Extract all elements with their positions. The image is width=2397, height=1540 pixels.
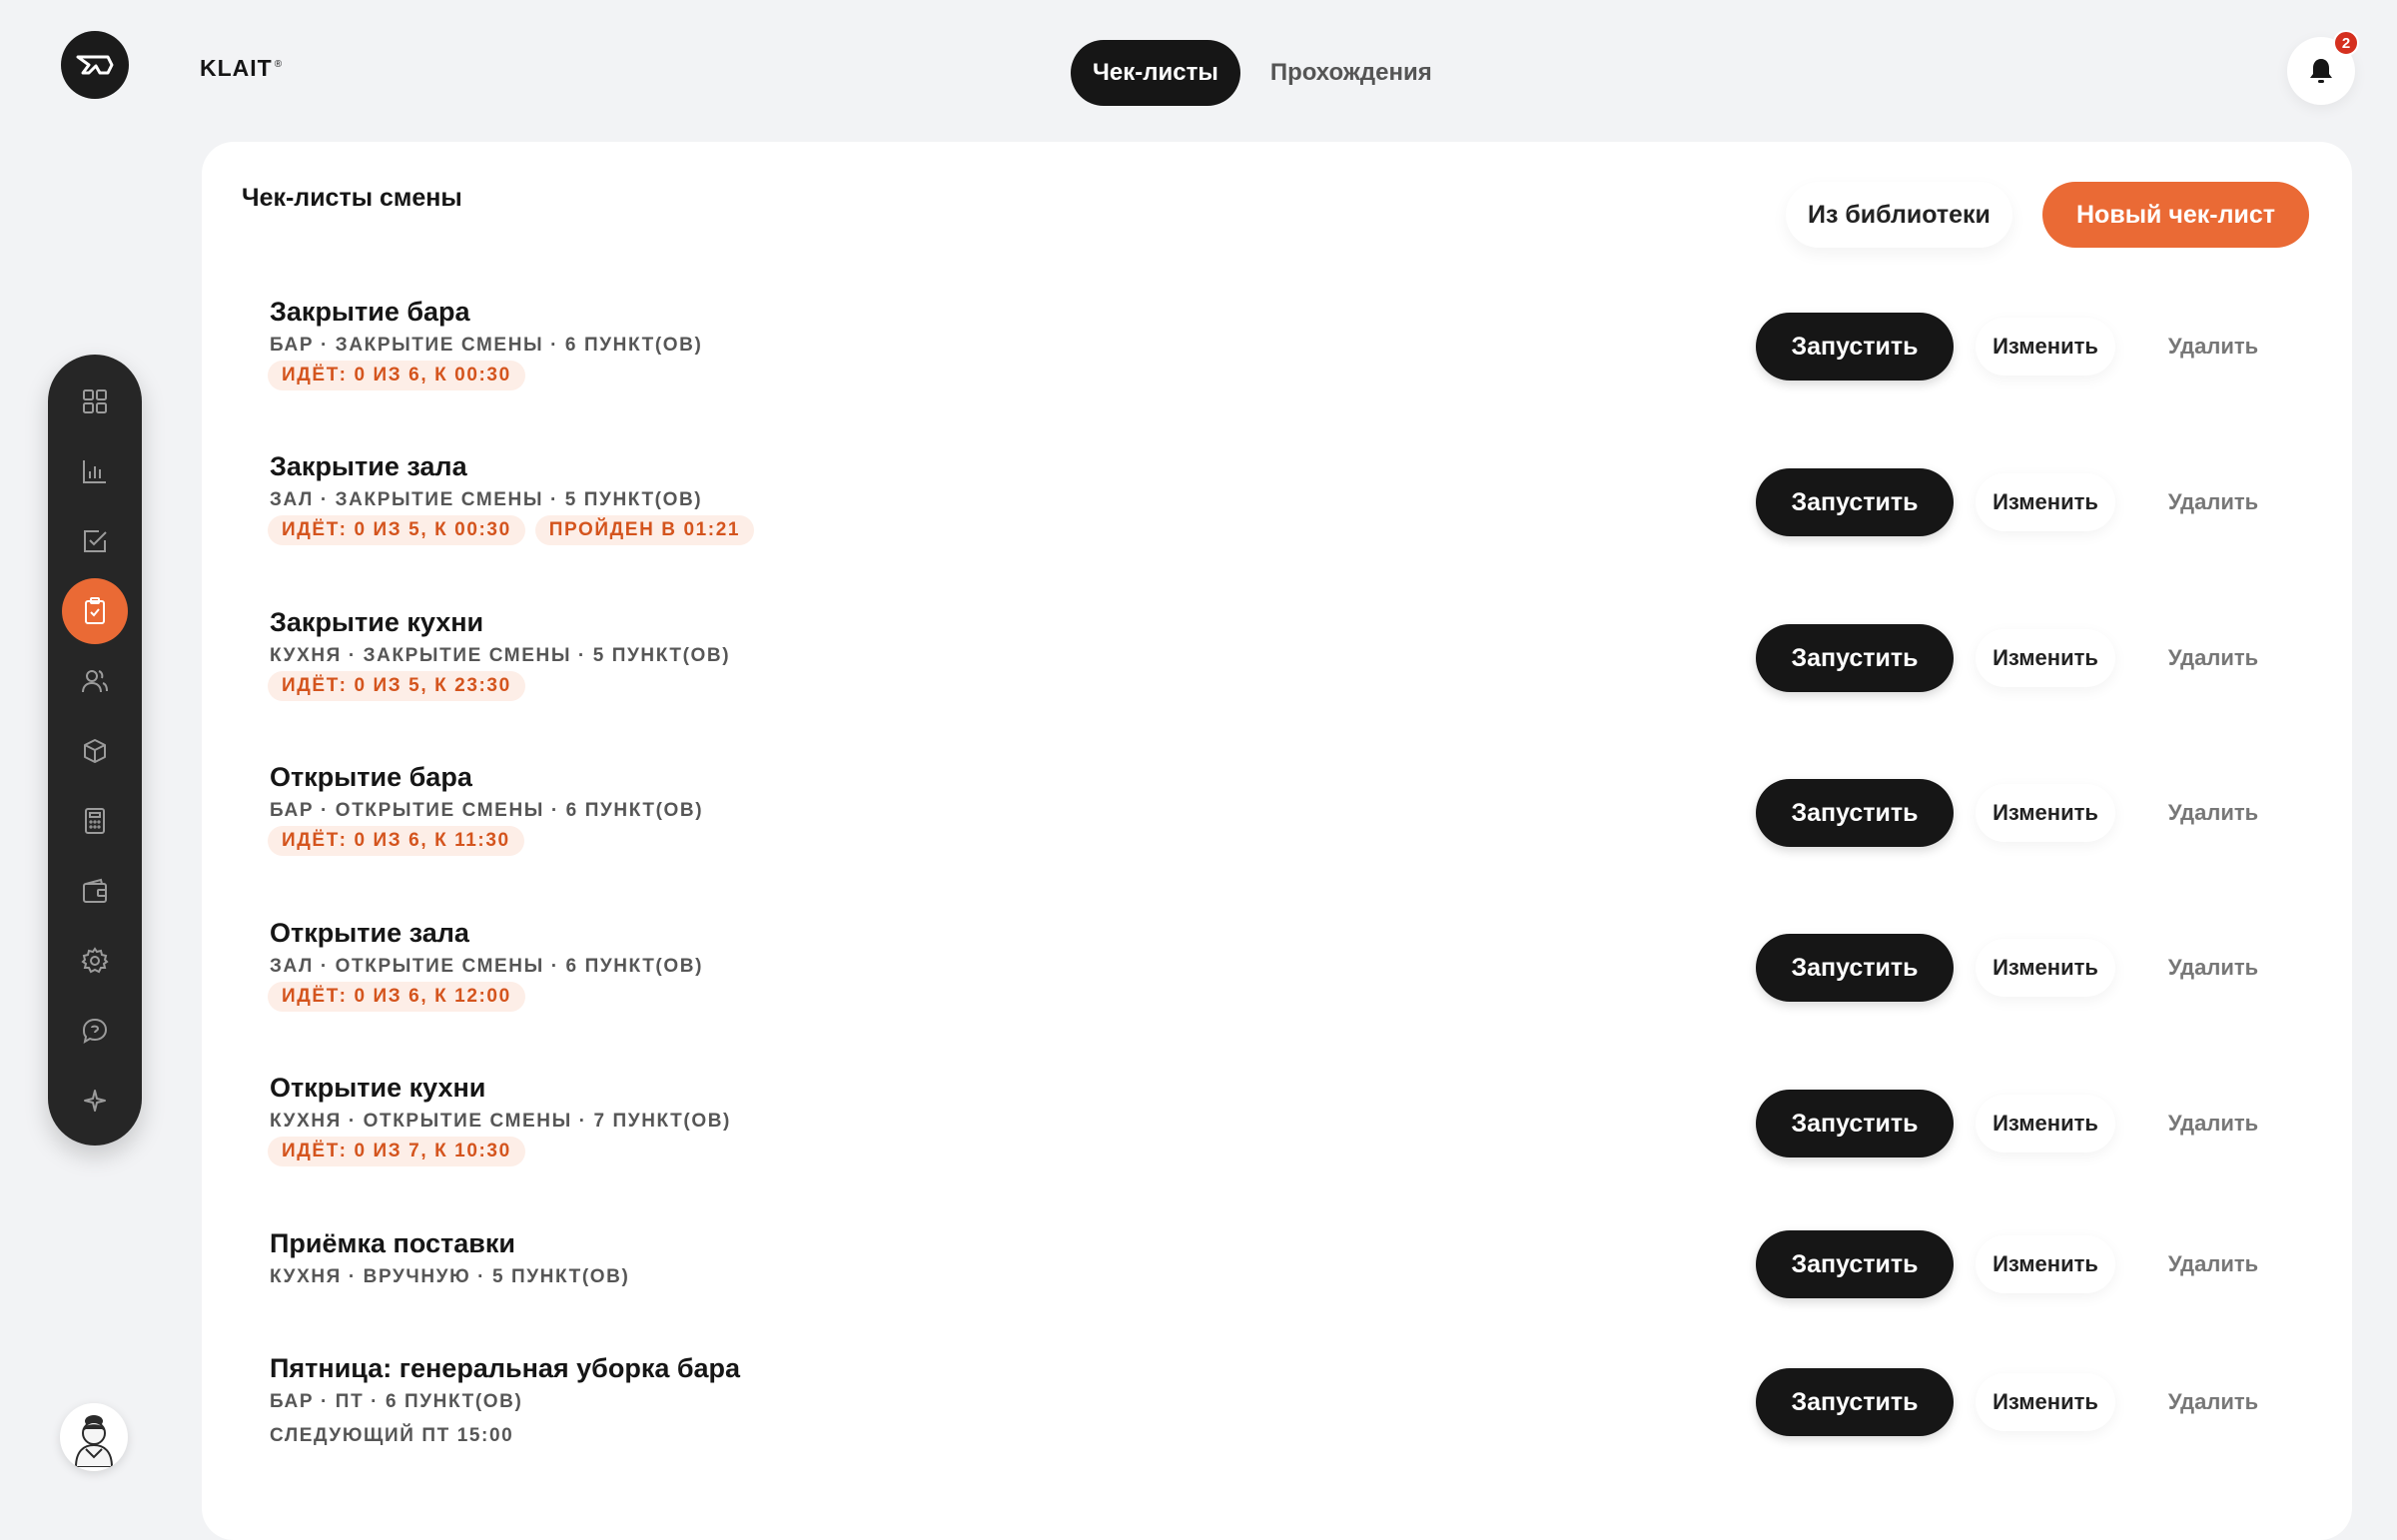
status-badge: ИДЁТ: 0 ИЗ 6, К 12:00 — [268, 982, 525, 1012]
delete-button[interactable]: Удалить — [2143, 1235, 2283, 1293]
run-button[interactable]: Запустить — [1756, 1230, 1954, 1298]
delete-button[interactable]: Удалить — [2143, 784, 2283, 842]
sidebar-item-dashboard[interactable] — [62, 369, 128, 434]
checklist-meta: КУХНЯ · ЗАКРЫТИЕ СМЕНЫ · 5 ПУНКТ(ОВ) — [270, 645, 731, 666]
sidebar-item-calculator[interactable] — [62, 788, 128, 854]
checklist-title: Открытие зала — [270, 918, 469, 948]
delete-button[interactable]: Удалить — [2143, 939, 2283, 997]
edit-button[interactable]: Изменить — [1976, 784, 2115, 842]
sidebar — [48, 355, 142, 1146]
status-badge: ИДЁТ: 0 ИЗ 5, К 23:30 — [268, 671, 525, 701]
checklist-meta: БАР · ОТКРЫТИЕ СМЕНЫ · 6 ПУНКТ(ОВ) — [270, 800, 704, 821]
checklist-title: Открытие кухни — [270, 1073, 486, 1103]
next-run-label: СЛЕДУЮЩИЙ ПТ 15:00 — [270, 1425, 514, 1446]
edit-button[interactable]: Изменить — [1976, 939, 2115, 997]
checklist-title: Закрытие кухни — [270, 607, 484, 637]
delete-button[interactable]: Удалить — [2143, 629, 2283, 687]
checklist-title: Пятница: генеральная уборка бара — [270, 1353, 741, 1383]
checklist-row: Открытие зала ЗАЛ · ОТКРЫТИЕ СМЕНЫ · 6 П… — [268, 918, 2315, 1038]
tab-checklists[interactable]: Чек-листы — [1071, 40, 1240, 106]
sidebar-item-support[interactable] — [62, 998, 128, 1064]
status-badge: ИДЁТ: 0 ИЗ 5, К 00:30 — [268, 515, 525, 545]
logo-mark-icon — [76, 55, 114, 75]
completed-badge: ПРОЙДЕН В 01:21 — [534, 515, 755, 545]
from-library-button[interactable]: Из библиотеки — [1786, 182, 2012, 248]
checklist-row: Закрытие бара БАР · ЗАКРЫТИЕ СМЕНЫ · 6 П… — [268, 297, 2315, 416]
gear-icon — [81, 947, 109, 974]
checklists-panel: Чек-листы смены Из библиотеки Новый чек-… — [202, 142, 2352, 1540]
run-button[interactable]: Запустить — [1756, 1368, 1954, 1436]
sidebar-item-ai[interactable] — [62, 1068, 128, 1134]
brand-name: KLAIT ® — [200, 55, 284, 81]
chat-icon — [82, 1018, 108, 1045]
delete-button[interactable]: Удалить — [2143, 473, 2283, 531]
run-button[interactable]: Запустить — [1756, 934, 1954, 1002]
bell-icon — [2310, 59, 2332, 83]
clipboard-check-icon — [85, 597, 105, 624]
edit-button[interactable]: Изменить — [1976, 473, 2115, 531]
checklist-row: Приёмка поставки КУХНЯ · ВРУЧНУЮ · 5 ПУН… — [268, 1228, 2315, 1348]
run-button[interactable]: Запустить — [1756, 624, 1954, 692]
delete-button[interactable]: Удалить — [2143, 318, 2283, 376]
sidebar-item-staff[interactable] — [62, 648, 128, 714]
sidebar-item-settings[interactable] — [62, 928, 128, 994]
checklist-meta: ЗАЛ · ЗАКРЫТИЕ СМЕНЫ · 5 ПУНКТ(ОВ) — [270, 489, 703, 510]
box-icon — [84, 739, 106, 763]
page-title: Чек-листы смены — [242, 184, 462, 212]
sparkle-icon — [84, 1090, 106, 1112]
checklist-title: Закрытие зала — [270, 451, 467, 481]
edit-button[interactable]: Изменить — [1976, 629, 2115, 687]
delete-button[interactable]: Удалить — [2143, 1095, 2283, 1153]
status-badge: ИДЁТ: 0 ИЗ 6, К 00:30 — [268, 361, 525, 390]
top-tabs: Чек-листы Прохождения — [1071, 40, 1432, 106]
notification-count-badge: 2 — [2333, 30, 2359, 56]
edit-button[interactable]: Изменить — [1976, 1235, 2115, 1293]
checklist-row: Закрытие зала ЗАЛ · ЗАКРЫТИЕ СМЕНЫ · 5 П… — [268, 451, 2315, 571]
sidebar-item-analytics[interactable] — [62, 438, 128, 504]
run-button[interactable]: Запустить — [1756, 779, 1954, 847]
sidebar-item-finance[interactable] — [62, 858, 128, 924]
bar-chart-icon — [83, 460, 106, 483]
avatar-illustration-icon — [74, 1415, 114, 1467]
run-button[interactable]: Запустить — [1756, 468, 1954, 536]
dashboard-icon — [83, 389, 107, 413]
sidebar-item-inventory[interactable] — [62, 718, 128, 784]
edit-button[interactable]: Изменить — [1976, 1373, 2115, 1431]
edit-button[interactable]: Изменить — [1976, 1095, 2115, 1153]
checklist-title: Открытие бара — [270, 762, 472, 792]
run-button[interactable]: Запустить — [1756, 313, 1954, 381]
user-avatar[interactable] — [60, 1403, 128, 1471]
checklist-title: Приёмка поставки — [270, 1228, 515, 1258]
new-checklist-button[interactable]: Новый чек-лист — [2042, 182, 2310, 248]
status-badge: ИДЁТ: 0 ИЗ 7, К 10:30 — [268, 1137, 525, 1166]
delete-button[interactable]: Удалить — [2143, 1373, 2283, 1431]
calculator-icon — [85, 808, 105, 834]
checkbox-icon — [84, 530, 107, 552]
checklist-meta: БАР · ЗАКРЫТИЕ СМЕНЫ · 6 ПУНКТ(ОВ) — [270, 335, 703, 356]
checklist-meta: БАР · ПТ · 6 ПУНКТ(ОВ) — [270, 1391, 523, 1412]
checklist-row: Закрытие кухни КУХНЯ · ЗАКРЫТИЕ СМЕНЫ · … — [268, 607, 2315, 727]
status-badge: ИДЁТ: 0 ИЗ 6, К 11:30 — [268, 826, 524, 856]
checklist-row: Открытие бара БАР · ОТКРЫТИЕ СМЕНЫ · 6 П… — [268, 762, 2315, 882]
tab-runs[interactable]: Прохождения — [1270, 40, 1432, 106]
checklist-meta: КУХНЯ · ОТКРЫТИЕ СМЕНЫ · 7 ПУНКТ(ОВ) — [270, 1111, 731, 1132]
edit-button[interactable]: Изменить — [1976, 318, 2115, 376]
sidebar-item-tasks[interactable] — [62, 508, 128, 574]
sidebar-item-checklists[interactable] — [62, 578, 128, 644]
wallet-icon — [83, 878, 107, 903]
users-icon — [82, 670, 108, 693]
app-logo[interactable] — [61, 31, 129, 99]
checklist-row: Открытие кухни КУХНЯ · ОТКРЫТИЕ СМЕНЫ · … — [268, 1073, 2315, 1192]
checklist-meta: КУХНЯ · ВРУЧНУЮ · 5 ПУНКТ(ОВ) — [270, 1266, 630, 1287]
checklist-title: Закрытие бара — [270, 297, 470, 327]
checklist-meta: ЗАЛ · ОТКРЫТИЕ СМЕНЫ · 6 ПУНКТ(ОВ) — [270, 956, 703, 977]
checklist-row: Пятница: генеральная уборка бара БАР · П… — [268, 1353, 2315, 1473]
run-button[interactable]: Запустить — [1756, 1090, 1954, 1157]
